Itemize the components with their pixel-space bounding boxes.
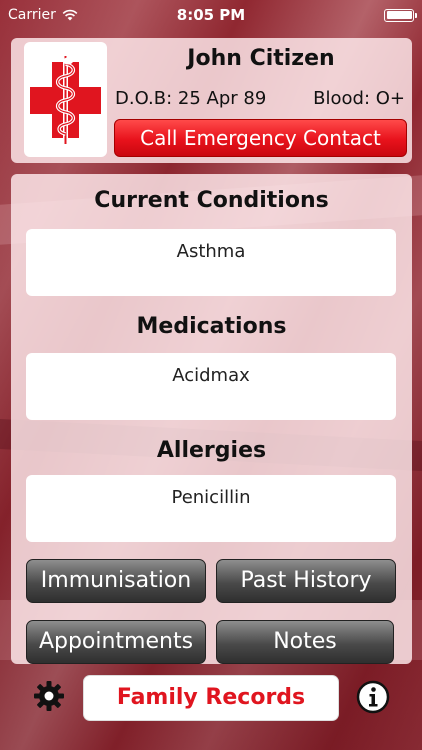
carrier-label: Carrier — [8, 7, 56, 23]
family-records-button[interactable]: Family Records — [83, 675, 339, 721]
patient-name: John Citizen — [187, 46, 335, 71]
status-bar: Carrier 8:05 PM — [0, 0, 422, 30]
dob-blood-row: D.O.B: 25 Apr 89 Blood: O+ — [115, 88, 405, 109]
medications-title: Medications — [136, 314, 287, 339]
call-emergency-contact-button[interactable]: Call Emergency Contact — [114, 119, 407, 157]
current-conditions-title: Current Conditions — [94, 188, 329, 213]
battery-icon — [384, 8, 417, 22]
dob-value: 25 Apr 89 — [177, 88, 267, 109]
current-conditions-field[interactable]: Asthma — [26, 229, 396, 296]
profile-card: John Citizen D.O.B: 25 Apr 89 Blood: O+ … — [11, 38, 412, 163]
blood-value: O+ — [375, 88, 405, 109]
medical-cross-icon — [30, 56, 101, 144]
appointments-button[interactable]: Appointments — [26, 620, 206, 664]
allergies-title: Allergies — [156, 438, 267, 463]
past-history-button[interactable]: Past History — [216, 559, 396, 603]
notes-button[interactable]: Notes — [216, 620, 394, 664]
dob-label: D.O.B: — [115, 88, 173, 109]
medications-field[interactable]: Acidmax — [26, 353, 396, 420]
medical-logo — [24, 42, 107, 157]
info-icon[interactable] — [356, 680, 390, 714]
blood-label: Blood: — [313, 88, 371, 109]
wifi-icon — [62, 9, 78, 21]
medical-info-panel: Current Conditions Asthma Medications Ac… — [11, 174, 412, 664]
allergies-field[interactable]: Penicillin — [26, 475, 396, 542]
immunisation-button[interactable]: Immunisation — [26, 559, 206, 603]
gear-icon[interactable] — [33, 680, 65, 712]
